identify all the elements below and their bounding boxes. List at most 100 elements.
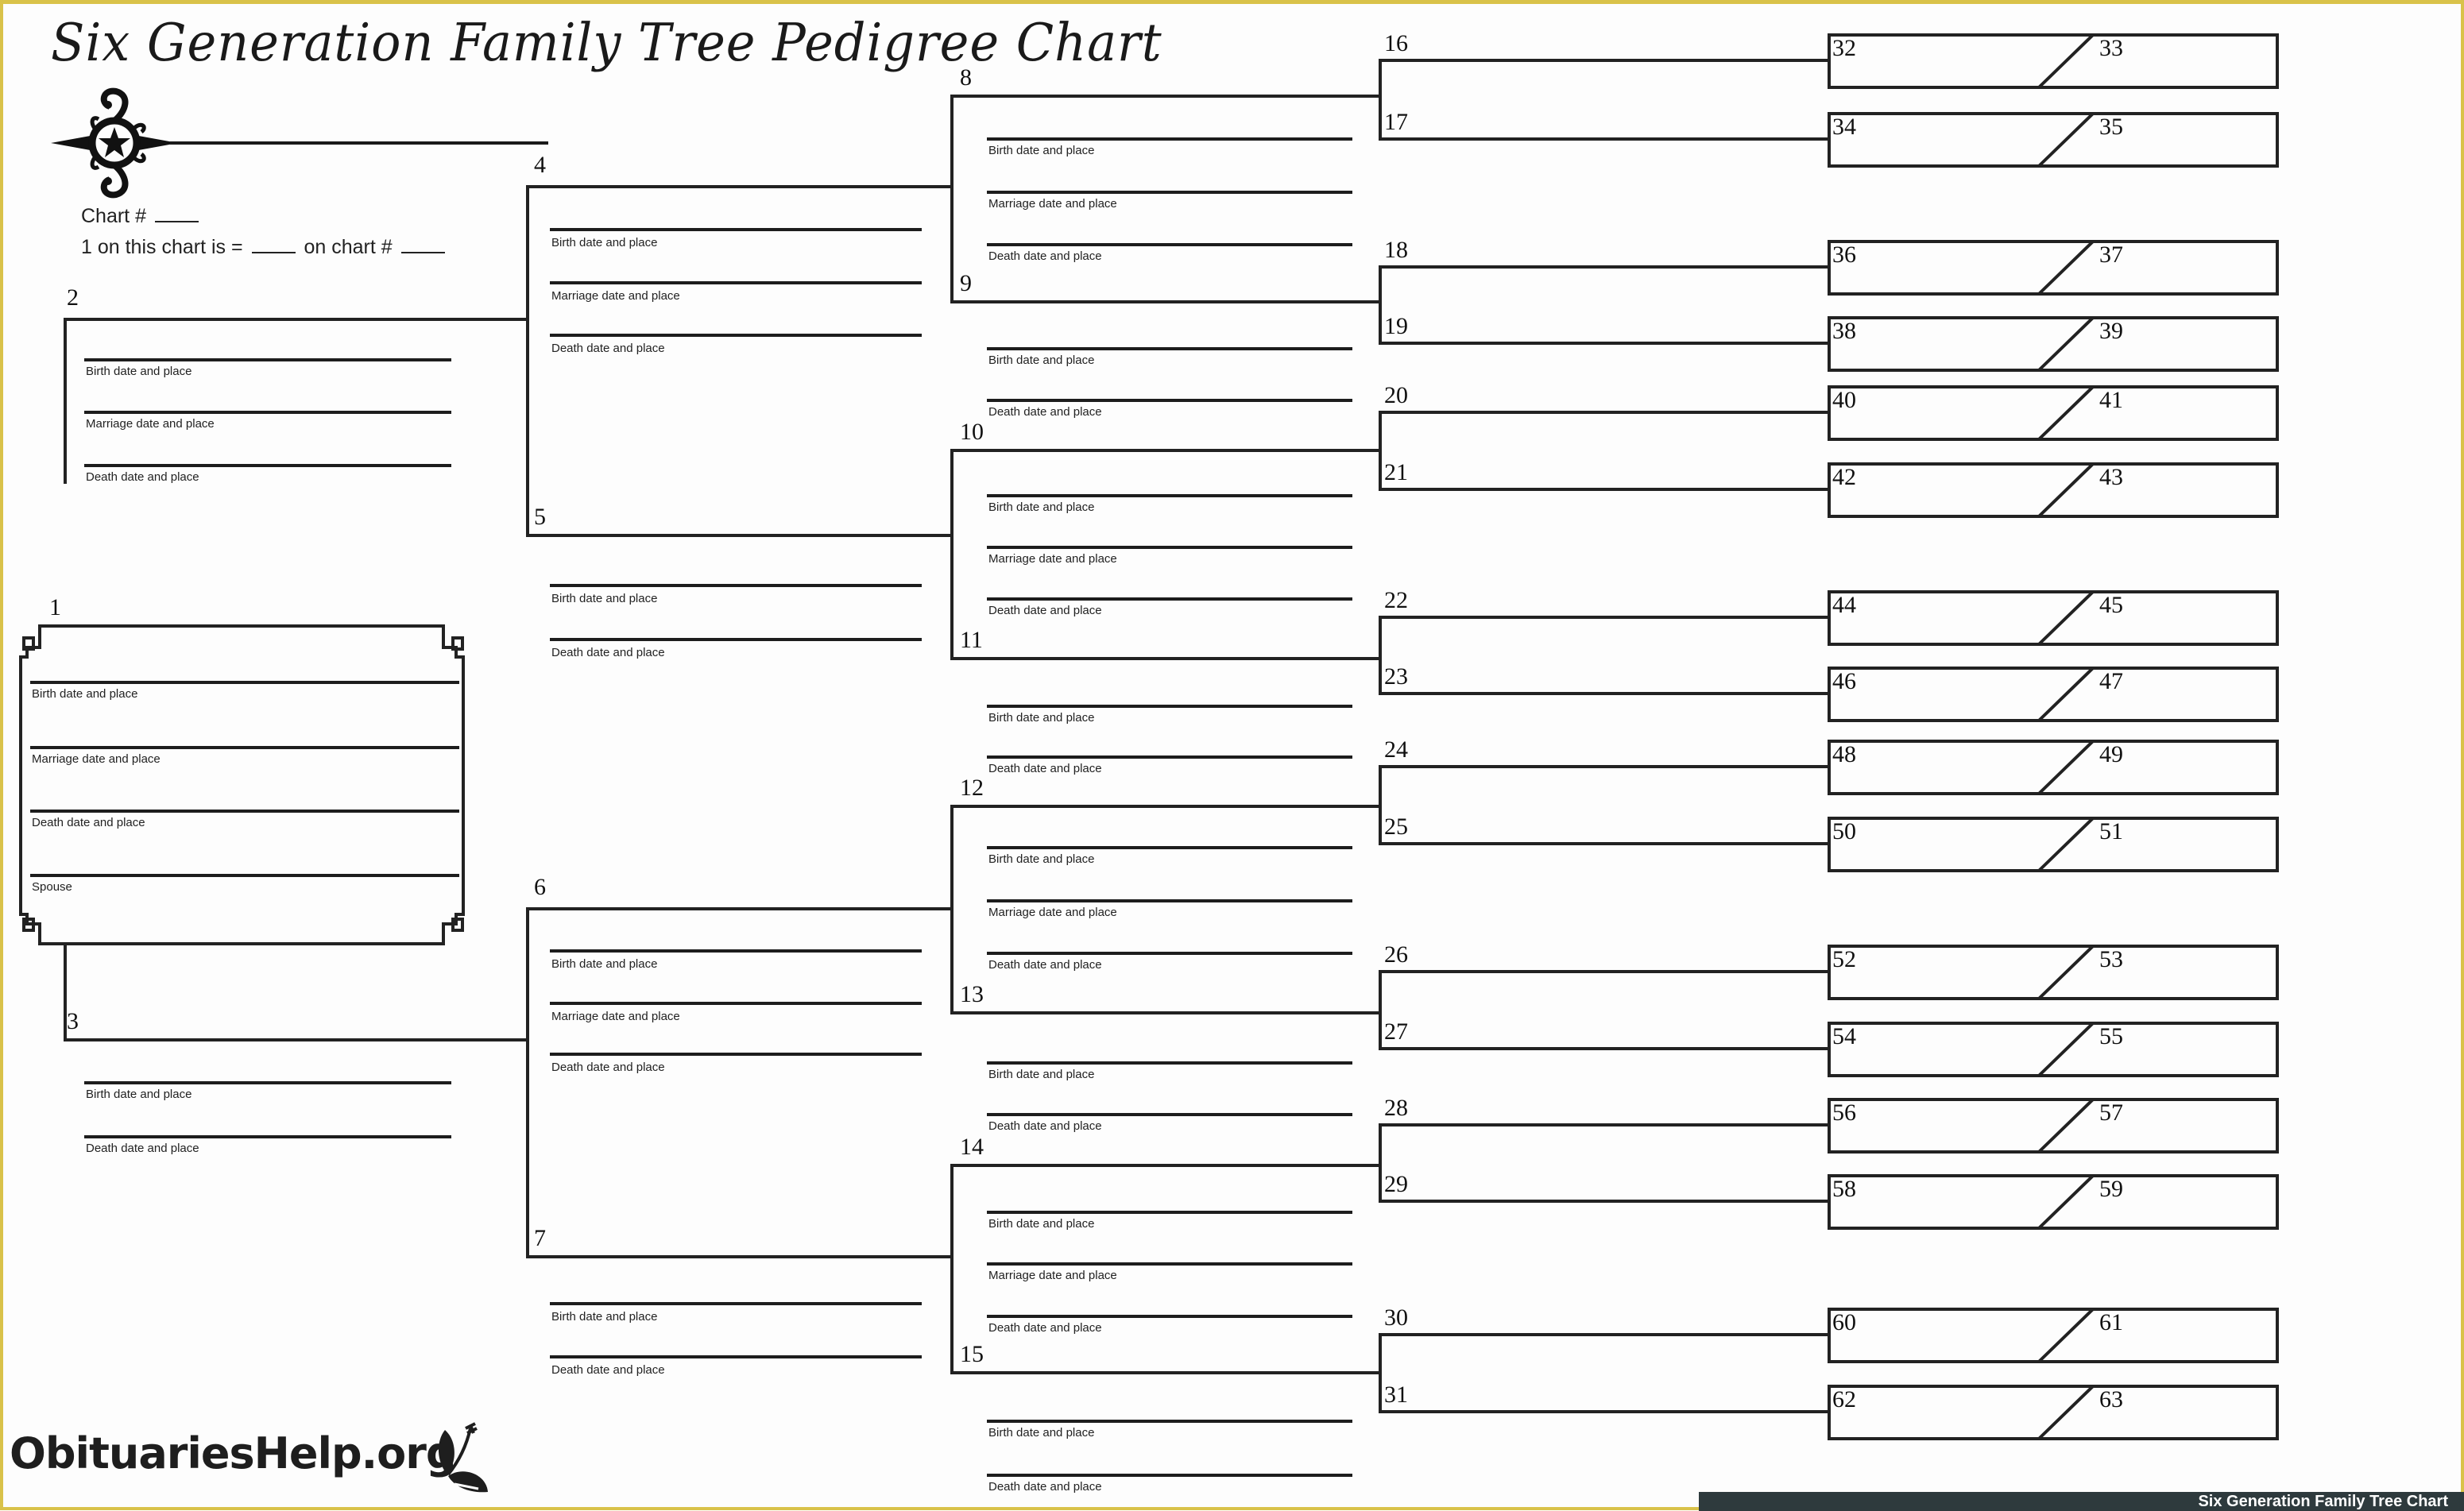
person-3-line	[64, 1038, 529, 1041]
birth-entry-line[interactable]	[550, 584, 922, 587]
birth-field-label: Birth date and place	[988, 500, 1095, 514]
death-entry-line[interactable]	[987, 756, 1352, 759]
death-entry-line[interactable]	[987, 597, 1352, 601]
pair-divider-slash	[2037, 1025, 2094, 1077]
birth-field-label: Birth date and place	[988, 1068, 1095, 1081]
maternal-ancestor-number: 61	[2099, 1309, 2123, 1335]
star-scroll-ornament-icon	[51, 87, 178, 199]
bracket-14	[950, 1164, 953, 1374]
footer-banner-text: Six Generation Family Tree Chart	[2198, 1493, 2448, 1510]
ancestor-pair-box[interactable]: 58 59	[1828, 1174, 2279, 1230]
paternal-ancestor-number: 54	[1832, 1023, 1856, 1049]
spouse-field-label: Spouse	[32, 880, 72, 894]
ancestor-pair-box[interactable]: 50 51	[1828, 817, 2279, 872]
birth-entry-line[interactable]	[987, 1420, 1352, 1423]
marriage-entry-line[interactable]	[550, 1002, 922, 1005]
death-entry-line[interactable]	[550, 1355, 922, 1358]
marriage-entry-line[interactable]	[550, 281, 922, 284]
person-24-line	[1379, 765, 1831, 768]
reference-chart-field[interactable]	[400, 236, 445, 253]
ancestor-pair-box[interactable]: 62 63	[1828, 1385, 2279, 1440]
pair-divider-slash	[2037, 1177, 2094, 1230]
birth-entry-line[interactable]	[987, 494, 1352, 497]
person-11-line	[950, 657, 1382, 660]
person-number: 12	[960, 775, 984, 801]
birth-entry-line[interactable]	[550, 1302, 922, 1305]
ancestor-pair-box[interactable]: 52 53	[1828, 945, 2279, 1000]
ancestor-pair-box[interactable]: 48 49	[1828, 740, 2279, 795]
birth-entry-line[interactable]	[987, 137, 1352, 141]
person-6-line	[526, 907, 953, 910]
marriage-entry-line[interactable]	[987, 899, 1352, 902]
pair-divider-slash	[2037, 243, 2094, 296]
person-number: 3	[67, 1008, 79, 1034]
death-entry-line[interactable]	[987, 1315, 1352, 1318]
death-entry-line[interactable]	[987, 952, 1352, 955]
ancestor-pair-box[interactable]: 32 33	[1828, 33, 2279, 89]
birth-entry-line[interactable]	[550, 228, 922, 231]
ancestor-pair-box[interactable]: 44 45	[1828, 590, 2279, 646]
paternal-ancestor-number: 48	[1832, 741, 1856, 767]
marriage-field-label: Marriage date and place	[988, 197, 1117, 211]
ancestor-pair-box[interactable]: 40 41	[1828, 385, 2279, 441]
death-entry-line[interactable]	[30, 810, 459, 813]
birth-field-label: Birth date and place	[988, 354, 1095, 367]
bracket-20	[1379, 411, 1382, 491]
spouse-entry-line[interactable]	[30, 874, 459, 877]
marriage-entry-line[interactable]	[987, 546, 1352, 549]
maternal-ancestor-number: 35	[2099, 114, 2123, 140]
ancestor-pair-box[interactable]: 36 37	[1828, 240, 2279, 296]
pair-divider-slash	[2037, 1311, 2094, 1363]
pair-divider-slash	[2037, 115, 2094, 168]
ancestor-pair-box[interactable]: 46 47	[1828, 667, 2279, 722]
person-9-line	[950, 300, 1382, 303]
marriage-entry-line[interactable]	[84, 411, 451, 414]
birth-entry-line[interactable]	[987, 1211, 1352, 1214]
death-entry-line[interactable]	[84, 464, 451, 467]
death-entry-line[interactable]	[987, 1113, 1352, 1116]
marriage-entry-line[interactable]	[987, 1262, 1352, 1266]
birth-entry-line[interactable]	[84, 1081, 451, 1084]
marriage-entry-line[interactable]	[30, 746, 459, 749]
paternal-ancestor-number: 32	[1832, 35, 1856, 61]
paternal-ancestor-number: 38	[1832, 318, 1856, 344]
pair-divider-slash	[2037, 670, 2094, 722]
ancestor-pair-box[interactable]: 42 43	[1828, 462, 2279, 518]
birth-entry-line[interactable]	[987, 846, 1352, 849]
birth-entry-line[interactable]	[987, 1061, 1352, 1065]
reference-person-field[interactable]	[251, 236, 296, 253]
ancestor-pair-box[interactable]: 56 57	[1828, 1098, 2279, 1154]
chart-number-field[interactable]	[154, 205, 199, 222]
birth-entry-line[interactable]	[987, 705, 1352, 708]
death-entry-line[interactable]	[550, 334, 922, 337]
death-entry-line[interactable]	[84, 1135, 451, 1138]
ancestor-pair-box[interactable]: 54 55	[1828, 1022, 2279, 1077]
person-20-line	[1379, 411, 1831, 414]
pair-divider-slash	[2037, 37, 2094, 89]
bracket-22	[1379, 616, 1382, 695]
birth-entry-line[interactable]	[550, 949, 922, 953]
site-logo[interactable]: ObituariesHelp.org	[10, 1428, 457, 1478]
birth-entry-line[interactable]	[84, 358, 451, 361]
ancestor-pair-box[interactable]: 34 35	[1828, 112, 2279, 168]
pair-divider-slash	[2037, 820, 2094, 872]
death-entry-line[interactable]	[550, 1053, 922, 1056]
ancestor-pair-box[interactable]: 38 39	[1828, 316, 2279, 372]
death-entry-line[interactable]	[987, 243, 1352, 246]
birth-entry-line[interactable]	[30, 681, 459, 684]
person-26-line	[1379, 970, 1831, 973]
maternal-ancestor-number: 55	[2099, 1023, 2123, 1049]
death-field-label: Death date and place	[988, 604, 1102, 617]
person-number: 17	[1384, 109, 1408, 135]
maternal-ancestor-number: 63	[2099, 1386, 2123, 1412]
marriage-entry-line[interactable]	[987, 191, 1352, 194]
birth-entry-line[interactable]	[987, 347, 1352, 350]
death-entry-line[interactable]	[987, 1474, 1352, 1477]
ancestor-pair-box[interactable]: 60 61	[1828, 1308, 2279, 1363]
person-number: 20	[1384, 382, 1408, 408]
pair-divider-slash	[2037, 948, 2094, 1000]
marriage-field-label: Marriage date and place	[988, 906, 1117, 919]
death-entry-line[interactable]	[550, 638, 922, 641]
death-entry-line[interactable]	[987, 399, 1352, 402]
person-number: 5	[534, 504, 546, 530]
